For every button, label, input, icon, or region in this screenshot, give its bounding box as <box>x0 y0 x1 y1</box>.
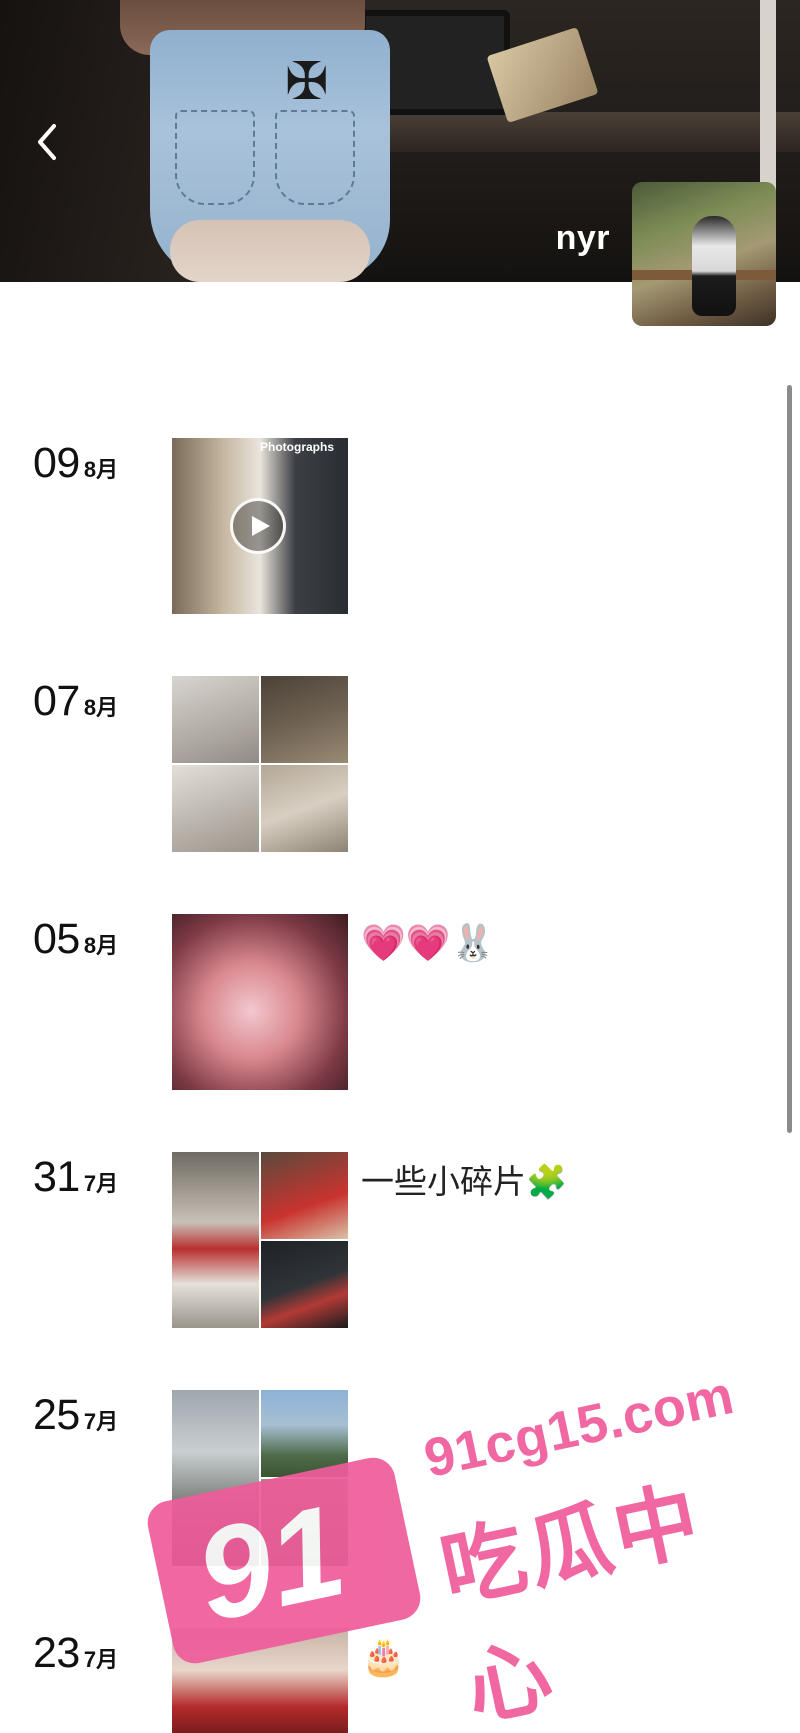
post-item[interactable]: 25 7月 <box>0 1390 800 1570</box>
post-date: 05 8月 <box>33 914 118 964</box>
post-item[interactable]: 05 8月 💗💗🐰 <box>0 914 800 1094</box>
post-thumbnail[interactable] <box>172 676 348 852</box>
post-item[interactable]: 23 7月 🎂 <box>0 1628 800 1733</box>
photo-cell <box>172 676 259 763</box>
post-month: 7月 <box>83 1171 119 1196</box>
post-day: 31 <box>33 1153 80 1201</box>
photo-grid <box>172 1152 348 1328</box>
photo-cell <box>261 1390 348 1477</box>
post-item[interactable]: 07 8月 <box>0 676 800 856</box>
post-date: 25 7月 <box>33 1390 118 1440</box>
photo-grid <box>172 1390 348 1566</box>
post-thumbnail[interactable] <box>172 1628 348 1733</box>
photo-grid <box>172 676 348 852</box>
post-day: 23 <box>33 1629 80 1677</box>
post-month: 8月 <box>83 695 119 720</box>
post-date: 23 7月 <box>33 1628 118 1678</box>
photo-cell <box>261 676 348 763</box>
chevron-left-icon <box>38 124 56 160</box>
cover-pocket-right <box>275 110 355 205</box>
play-icon[interactable] <box>230 498 286 554</box>
back-button[interactable] <box>26 112 70 172</box>
avatar-person <box>692 216 736 316</box>
cover-legs <box>170 220 370 282</box>
post-thumbnail[interactable]: Photographs <box>172 438 348 614</box>
post-month: 7月 <box>83 1647 119 1672</box>
post-day: 07 <box>33 677 80 725</box>
post-day: 09 <box>33 439 80 487</box>
post-day: 25 <box>33 1391 80 1439</box>
cover-cross-patch: ✠ <box>285 53 329 111</box>
post-caption: 一些小碎片🧩 <box>361 1163 568 1200</box>
post-date: 09 8月 <box>33 438 118 488</box>
profile-name: nyr <box>555 219 610 257</box>
post-thumbnail[interactable] <box>172 914 348 1090</box>
post-thumbnail[interactable] <box>172 1390 348 1566</box>
photo-cell <box>172 1152 259 1328</box>
post-thumbnail[interactable] <box>172 1152 348 1328</box>
photo-cell <box>172 1390 259 1566</box>
post-day: 05 <box>33 915 80 963</box>
post-date: 07 8月 <box>33 676 118 726</box>
post-date: 31 7月 <box>33 1152 118 1202</box>
post-caption: 💗💗🐰 <box>361 923 496 964</box>
photo-cell <box>172 765 259 852</box>
post-month: 8月 <box>83 457 119 482</box>
photo-cell <box>261 1152 348 1239</box>
post-item[interactable]: 31 7月 一些小碎片🧩 <box>0 1152 800 1332</box>
post-month: 7月 <box>83 1409 119 1434</box>
photo-cell <box>261 765 348 852</box>
photo-cell <box>261 1241 348 1328</box>
thumbnail-text: Photographs <box>260 440 334 454</box>
cover-shelf <box>330 112 800 152</box>
photo-cell <box>261 1479 348 1566</box>
cover-pocket-left <box>175 110 255 205</box>
post-item[interactable]: 09 8月 Photographs <box>0 438 800 618</box>
post-caption: 🎂 <box>361 1637 406 1678</box>
post-month: 8月 <box>83 933 119 958</box>
avatar[interactable] <box>632 182 776 326</box>
